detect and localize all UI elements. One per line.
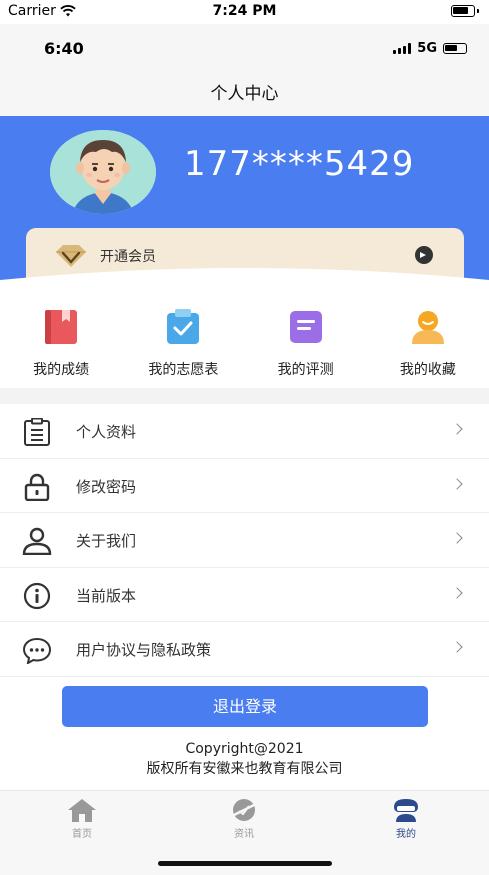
avatar-illustration — [50, 130, 156, 214]
menu-item-label: 个人资料 — [76, 423, 137, 441]
home-indicator[interactable] — [158, 861, 332, 866]
signal-icon — [393, 43, 412, 54]
menu-item-label: 修改密码 — [76, 477, 137, 496]
app-status-time: 6:40 — [44, 39, 84, 58]
chevron-right-icon — [451, 423, 463, 435]
copyright: Copyright@2021 版权所有安徽来也教育有限公司 — [0, 739, 489, 779]
tab-home[interactable]: 首页 — [42, 797, 122, 840]
chevron-right-icon — [451, 641, 463, 653]
quick-action-label: 我的志愿表 — [148, 362, 219, 378]
person-icon — [22, 527, 52, 555]
menu-item-agreement[interactable]: 用户协议与隐私政策 — [0, 622, 489, 677]
menu-item-label: 关于我们 — [76, 532, 137, 550]
quick-actions: 我的成绩 我的志愿表 我的评测 我的收藏 — [0, 292, 489, 388]
quick-action-grades[interactable]: 我的成绩 — [0, 292, 122, 388]
device-status-bar: Carrier 7:24 PM — [0, 0, 489, 24]
clipboard-icon — [24, 418, 50, 446]
info-icon — [23, 582, 51, 609]
profile-icon — [394, 799, 418, 822]
quick-action-favorites[interactable]: 我的收藏 — [367, 292, 489, 388]
battery-tip — [477, 9, 479, 13]
menu-item-label: 用户协议与隐私政策 — [76, 641, 212, 659]
page-title: 个人中心 — [210, 84, 279, 104]
checklist-icon — [167, 309, 200, 344]
avatar[interactable] — [50, 130, 156, 214]
tab-label: 首页 — [72, 829, 92, 840]
profile-header: 177****5429 开通会员 — [0, 116, 489, 306]
quick-action-label: 我的评测 — [277, 362, 334, 378]
menu-item-label: 当前版本 — [76, 586, 137, 605]
quick-action-volunteer[interactable]: 我的志愿表 — [122, 292, 244, 388]
tab-label: 资讯 — [234, 829, 254, 840]
news-icon — [229, 799, 259, 821]
chevron-right-icon — [451, 532, 463, 544]
chevron-right-icon — [451, 586, 463, 599]
settings-menu: 个人资料 修改密码 关于我们 当前版本 用户协议与隐私政策 — [0, 404, 489, 677]
logout-button[interactable]: 退出登录 — [62, 686, 428, 727]
app-status-right: 5G — [393, 41, 467, 56]
quick-action-label: 我的成绩 — [33, 362, 90, 378]
copyright-line: Copyright@2021 — [185, 741, 304, 757]
tab-news[interactable]: 资讯 — [204, 797, 284, 840]
home-icon — [68, 799, 96, 822]
user-phone: 177****5429 — [184, 144, 415, 184]
chevron-right-icon — [451, 477, 463, 490]
quick-action-label: 我的收藏 — [399, 362, 456, 378]
section-divider — [0, 388, 489, 404]
lock-icon — [24, 473, 50, 501]
grade-book-icon — [45, 310, 78, 344]
app-battery-icon — [443, 43, 467, 54]
menu-item-about[interactable]: 关于我们 — [0, 513, 489, 568]
company-line: 版权所有安徽来也教育有限公司 — [146, 761, 343, 777]
network-label: 5G — [417, 41, 437, 56]
menu-item-profile[interactable]: 个人资料 — [0, 404, 489, 459]
navigation-bar: 个人中心 — [0, 74, 489, 116]
battery-icon — [451, 5, 475, 17]
menu-item-version[interactable]: 当前版本 — [0, 567, 489, 622]
quick-action-assessment[interactable]: 我的评测 — [245, 292, 367, 388]
assessment-icon — [289, 311, 322, 343]
tab-profile[interactable]: 我的 — [366, 797, 446, 840]
menu-item-password[interactable]: 修改密码 — [0, 458, 489, 513]
app-status-bar: 6:40 5G — [0, 24, 489, 74]
chat-bubble-icon — [22, 637, 52, 664]
tab-label: 我的 — [396, 829, 416, 840]
device-time: 7:24 PM — [212, 3, 277, 19]
favorite-user-icon — [411, 311, 444, 344]
